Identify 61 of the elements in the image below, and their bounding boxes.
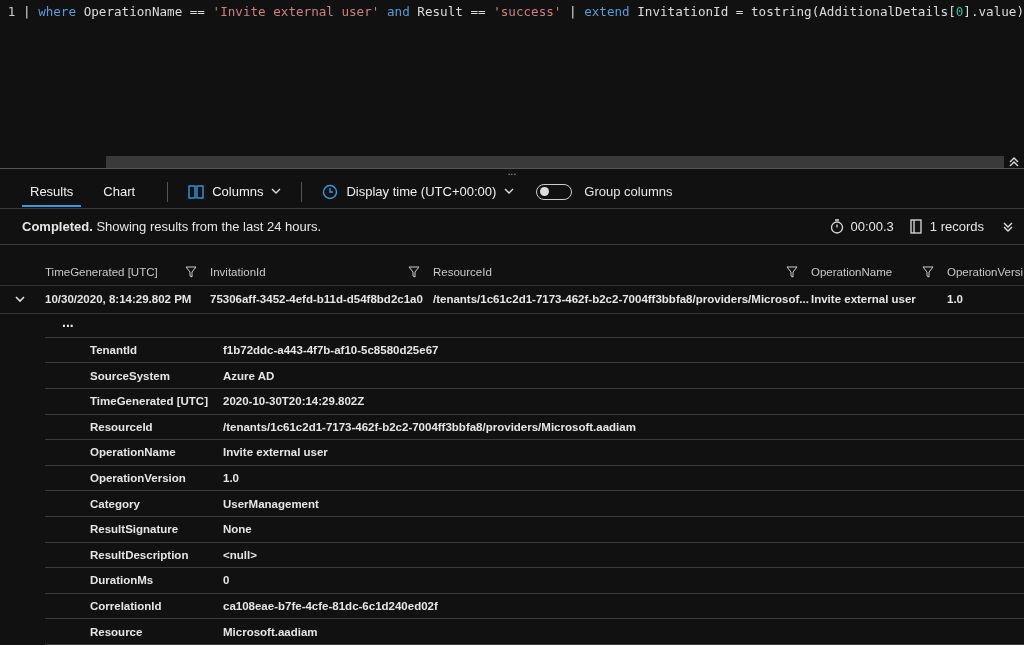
clock-icon bbox=[322, 183, 339, 200]
table-cell: 1.0 bbox=[947, 293, 963, 306]
field-value: Invite external user bbox=[223, 446, 328, 459]
toggle-label: Group columns bbox=[584, 184, 673, 200]
field-value: <null> bbox=[223, 548, 257, 561]
field-name: Category bbox=[89, 497, 141, 510]
field-name: TenantId bbox=[89, 344, 139, 356]
tab[interactable]: Chart bbox=[95, 176, 144, 208]
field-name: TimeGenerated [UTC] bbox=[89, 395, 209, 408]
column-header[interactable]: OperationName bbox=[811, 265, 893, 278]
column-header[interactable]: InvitationId bbox=[210, 265, 266, 278]
columns-icon bbox=[188, 184, 205, 199]
filter-icon[interactable] bbox=[185, 265, 197, 278]
filter-icon[interactable] bbox=[786, 265, 798, 278]
field-name: DurationMs bbox=[89, 574, 155, 587]
more-options[interactable]: ... bbox=[62, 313, 74, 330]
expand-chevron-icon[interactable] bbox=[15, 295, 25, 303]
field-name: ResultDescription bbox=[89, 548, 190, 561]
records-count: 1 records bbox=[929, 219, 984, 235]
columns-button[interactable]: Columns bbox=[186, 180, 284, 204]
splitter-handle[interactable]: ... bbox=[507, 169, 517, 176]
field-value: ca108eae-b7fe-4cfe-81dc-6c1d240ed02f bbox=[223, 600, 438, 613]
document-icon bbox=[909, 219, 922, 235]
table-cell: 75306aff-3452-4efd-b11d-d54f8bd2c1a0 bbox=[210, 293, 423, 306]
field-value: /tenants/1c61c2d1-7173-462f-b2c2-7004ff3bbfa8/providers/Microsoft.aadiam bbox=[223, 420, 636, 433]
field-name: CorrelationId bbox=[89, 600, 163, 613]
table-cell: Invite external user bbox=[811, 293, 916, 306]
field-name: ResourceId bbox=[89, 420, 154, 433]
chevron-icon bbox=[271, 188, 282, 196]
filter-icon[interactable] bbox=[922, 265, 934, 278]
status-message: Completed. Showing results from the last 24 hours. bbox=[22, 219, 323, 235]
line-number: 1 bbox=[6, 4, 17, 19]
column-header[interactable]: OperationVersi bbox=[947, 265, 1024, 278]
field-value: UserManagement bbox=[223, 497, 319, 510]
field-name: ResultSignature bbox=[89, 523, 180, 536]
field-value: None bbox=[223, 523, 252, 536]
query-code: | where OperationName == 'Invite external user' and Result == 'success' | extend InvitationId = tostring(AdditionalDetails[0].value) bbox=[22, 4, 1024, 19]
field-name: OperationName bbox=[89, 446, 177, 459]
table-cell: /tenants/1c61c2d1-7173-462f-b2c2-7004ff3bbfa8/providers/Microsof... bbox=[433, 293, 809, 306]
field-value: Azure AD bbox=[223, 369, 275, 382]
tab[interactable]: Results bbox=[22, 176, 82, 208]
expand-icon[interactable] bbox=[1002, 220, 1014, 233]
filter-icon[interactable] bbox=[408, 265, 420, 278]
field-value: f1b72ddc-a443-4f7b-af10-5c8580d25e67 bbox=[223, 344, 439, 356]
collapse-icon[interactable] bbox=[1008, 156, 1020, 169]
field-name: OperationVersion bbox=[89, 472, 187, 485]
horizontal-scrollbar[interactable] bbox=[106, 156, 1004, 169]
chevron-icon bbox=[504, 188, 515, 196]
column-header[interactable]: TimeGenerated [UTC] bbox=[45, 265, 158, 278]
query-duration: 00:00.3 bbox=[850, 219, 894, 235]
stopwatch-icon bbox=[830, 219, 845, 235]
column-header[interactable]: ResourceId bbox=[433, 265, 492, 278]
field-value: 0 bbox=[223, 574, 230, 587]
display-time-button[interactable]: Display time (UTC+00:00) bbox=[320, 179, 517, 204]
field-value: 2020-10-30T20:14:29.802Z bbox=[223, 395, 365, 408]
field-name: Resource bbox=[89, 625, 144, 638]
field-value: Microsoft.aadiam bbox=[223, 625, 318, 638]
field-value: 1.0 bbox=[223, 472, 239, 485]
table-cell: 10/30/2020, 8:14:29.802 PM bbox=[45, 293, 192, 306]
query-editor[interactable]: 1 | where OperationName == 'Invite external user' and Result == 'success' | extend InvitationId = tostring(AdditionalDetails[0].value) bbox=[0, 0, 1024, 157]
field-name: SourceSystem bbox=[89, 369, 171, 382]
